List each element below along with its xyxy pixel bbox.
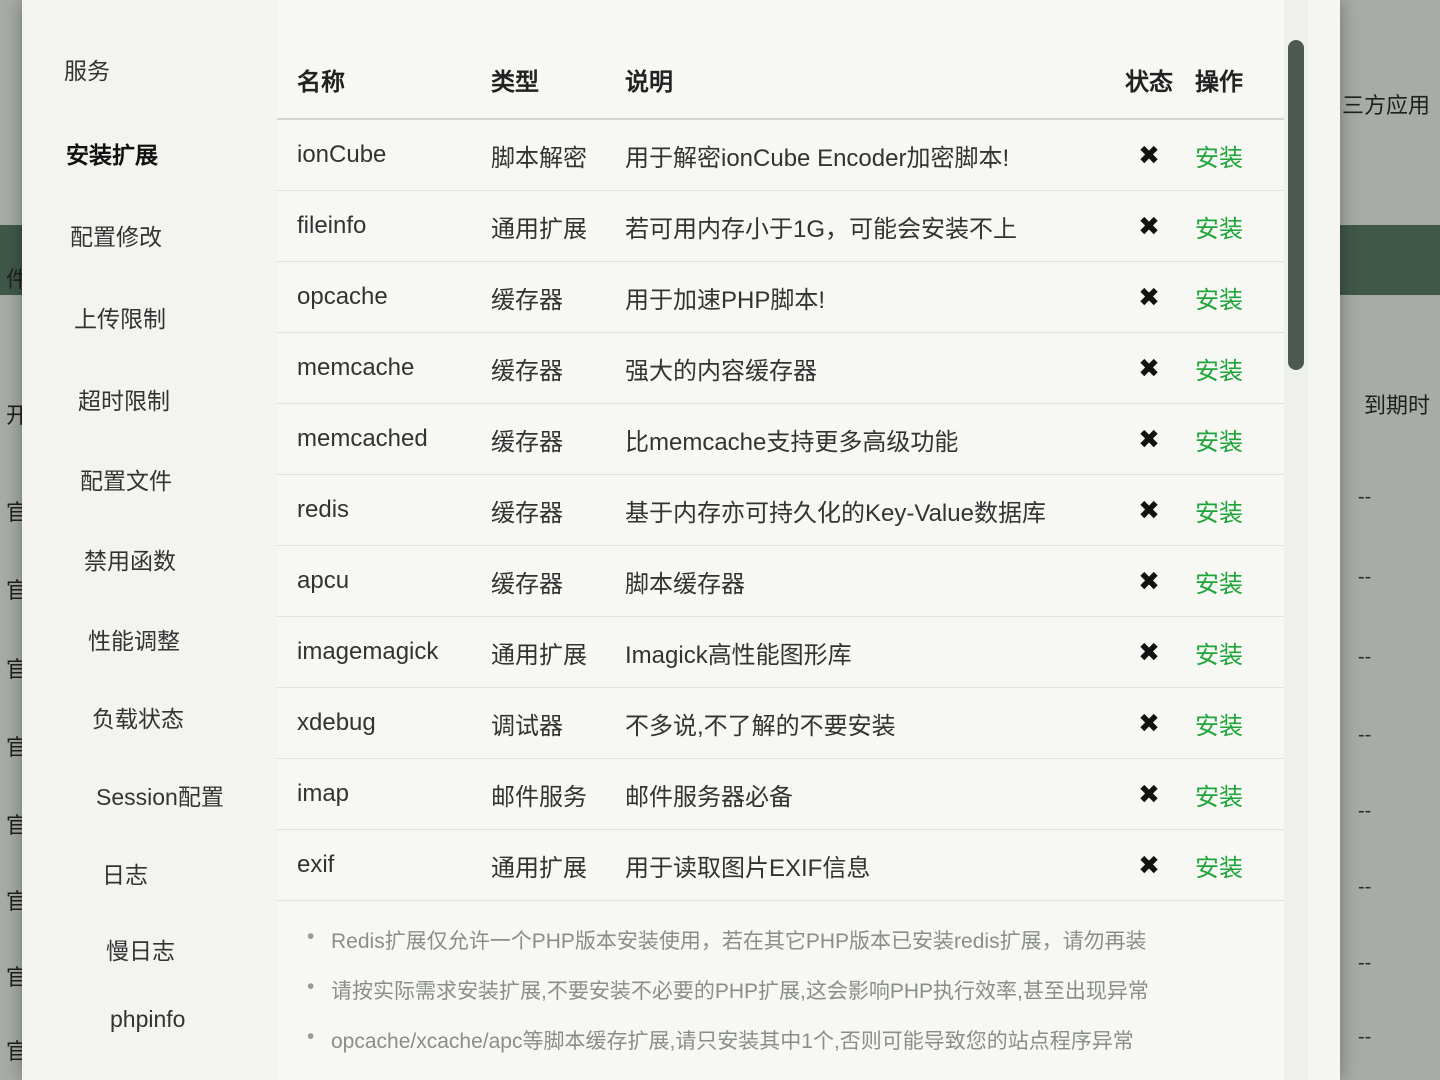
table-row: memcached 缓存器 比memcache支持更多高级功能 ✖ 安装 xyxy=(277,404,1287,475)
sidebar-item-performance-tuning[interactable]: 性能调整 xyxy=(88,622,180,656)
table-header: 名称 类型 说明 状态 操作 xyxy=(277,40,1287,120)
sidebar-item-load-status[interactable]: 负载状态 xyxy=(92,700,184,734)
extension-name: xdebug xyxy=(297,709,376,736)
not-installed-icon: ✖ xyxy=(1138,281,1160,312)
header-status: 状态 xyxy=(1125,68,1173,96)
install-button[interactable]: 安装 xyxy=(1195,209,1243,244)
table-row: imagemagick 通用扩展 Imagick高性能图形库 ✖ 安装 xyxy=(277,617,1287,688)
header-name: 名称 xyxy=(297,68,345,96)
header-type: 类型 xyxy=(491,68,539,96)
extension-description: 比memcache支持更多高级功能 xyxy=(625,428,959,456)
not-installed-icon: ✖ xyxy=(1138,494,1160,525)
extension-name: apcu xyxy=(297,567,350,594)
extension-description: 邮件服务器必备 xyxy=(625,783,793,811)
extension-type: 缓存器 xyxy=(491,499,563,527)
extension-name: fileinfo xyxy=(297,212,367,239)
install-button[interactable]: 安装 xyxy=(1195,351,1243,386)
table-row: exif 通用扩展 用于读取图片EXIF信息 ✖ 安装 xyxy=(277,830,1287,901)
sidebar-item-timeout-limit[interactable]: 超时限制 xyxy=(78,382,170,416)
not-installed-icon: ✖ xyxy=(1138,139,1160,170)
install-button[interactable]: 安装 xyxy=(1195,635,1243,670)
extension-type: 通用扩展 xyxy=(491,215,587,243)
extension-description: 强大的内容缓存器 xyxy=(625,357,817,385)
extensions-table: 名称 类型 说明 状态 操作 ionCube 脚本解密 用于解密ionCube … xyxy=(277,40,1287,901)
extension-name: imagemagick xyxy=(297,638,439,665)
install-button[interactable]: 安装 xyxy=(1195,777,1243,812)
sidebar-item-service[interactable]: 服务 xyxy=(64,52,110,86)
extension-description: 用于解密ionCube Encoder加密脚本! xyxy=(625,144,1010,172)
note-item: Redis扩展仅允许一个PHP版本安装使用，若在其它PHP版本已安装redis扩… xyxy=(307,925,1277,955)
sidebar-item-log[interactable]: 日志 xyxy=(102,856,148,890)
table-row: opcache 缓存器 用于加速PHP脚本! ✖ 安装 xyxy=(277,262,1287,333)
extension-description: 脚本缓存器 xyxy=(625,570,745,598)
scrollbar-thumb[interactable] xyxy=(1288,40,1304,370)
extension-description: 基于内存亦可持久化的Key-Value数据库 xyxy=(625,499,1046,527)
sidebar-item-disabled-functions[interactable]: 禁用函数 xyxy=(84,542,176,576)
extension-name: redis xyxy=(297,496,350,523)
extension-name: ionCube xyxy=(297,141,387,168)
extension-description: 不多说,不了解的不要安装 xyxy=(625,712,896,740)
header-description: 说明 xyxy=(625,68,673,96)
settings-sidebar: 服务 安装扩展 配置修改 上传限制 超时限制 配置文件 禁用函数 性能调整 负载… xyxy=(22,0,277,1080)
extension-description: Imagick高性能图形库 xyxy=(625,641,852,669)
note-item: 请按实际需求安装扩展,不要安装不必要的PHP扩展,这会影响PHP执行效率,甚至出… xyxy=(307,975,1277,1005)
extension-type: 邮件服务 xyxy=(491,783,587,811)
sidebar-item-slow-log[interactable]: 慢日志 xyxy=(106,932,175,966)
not-installed-icon: ✖ xyxy=(1138,423,1160,454)
install-button[interactable]: 安装 xyxy=(1195,564,1243,599)
extension-type: 缓存器 xyxy=(491,428,563,456)
extension-name: opcache xyxy=(297,283,388,310)
extension-name: imap xyxy=(297,780,350,807)
extension-type: 脚本解密 xyxy=(491,144,587,172)
sidebar-item-config-modify[interactable]: 配置修改 xyxy=(70,218,162,252)
extension-type: 缓存器 xyxy=(491,286,563,314)
extension-type: 调试器 xyxy=(491,712,563,740)
install-button[interactable]: 安装 xyxy=(1195,848,1243,883)
table-row: apcu 缓存器 脚本缓存器 ✖ 安装 xyxy=(277,546,1287,617)
table-row: memcache 缓存器 强大的内容缓存器 ✖ 安装 xyxy=(277,333,1287,404)
install-button[interactable]: 安装 xyxy=(1195,280,1243,315)
extension-type: 缓存器 xyxy=(491,357,563,385)
table-row: fileinfo 通用扩展 若可用内存小于1G，可能会安装不上 ✖ 安装 xyxy=(277,191,1287,262)
sidebar-item-config-file[interactable]: 配置文件 xyxy=(80,462,172,496)
php-settings-modal: 服务 安装扩展 配置修改 上传限制 超时限制 配置文件 禁用函数 性能调整 负载… xyxy=(22,0,1340,1080)
install-button[interactable]: 安装 xyxy=(1195,422,1243,457)
extension-name: exif xyxy=(297,851,335,878)
extensions-panel: 名称 类型 说明 状态 操作 ionCube 脚本解密 用于解密ionCube … xyxy=(277,0,1287,1080)
install-button[interactable]: 安装 xyxy=(1195,493,1243,528)
sidebar-item-session-config[interactable]: Session配置 xyxy=(96,778,224,812)
not-installed-icon: ✖ xyxy=(1138,636,1160,667)
not-installed-icon: ✖ xyxy=(1138,778,1160,809)
not-installed-icon: ✖ xyxy=(1138,849,1160,880)
table-row: ionCube 脚本解密 用于解密ionCube Encoder加密脚本! ✖ … xyxy=(277,120,1287,191)
table-row: imap 邮件服务 邮件服务器必备 ✖ 安装 xyxy=(277,759,1287,830)
sidebar-item-install-extensions[interactable]: 安装扩展 xyxy=(66,136,158,170)
extension-name: memcached xyxy=(297,425,428,452)
sidebar-item-phpinfo[interactable]: phpinfo xyxy=(110,1006,185,1033)
extension-description: 若可用内存小于1G，可能会安装不上 xyxy=(625,215,1018,243)
table-row: redis 缓存器 基于内存亦可持久化的Key-Value数据库 ✖ 安装 xyxy=(277,475,1287,546)
not-installed-icon: ✖ xyxy=(1138,352,1160,383)
extension-name: memcache xyxy=(297,354,415,381)
table-row: xdebug 调试器 不多说,不了解的不要安装 ✖ 安装 xyxy=(277,688,1287,759)
extension-description: 用于加速PHP脚本! xyxy=(625,286,826,314)
header-action: 操作 xyxy=(1195,68,1243,96)
not-installed-icon: ✖ xyxy=(1138,707,1160,738)
note-item: opcache/xcache/apc等脚本缓存扩展,请只安装其中1个,否则可能导… xyxy=(307,1025,1277,1055)
not-installed-icon: ✖ xyxy=(1138,565,1160,596)
install-button[interactable]: 安装 xyxy=(1195,706,1243,741)
extension-notes: Redis扩展仅允许一个PHP版本安装使用，若在其它PHP版本已安装redis扩… xyxy=(307,925,1277,1075)
extension-type: 通用扩展 xyxy=(491,854,587,882)
install-button[interactable]: 安装 xyxy=(1195,138,1243,173)
sidebar-item-upload-limit[interactable]: 上传限制 xyxy=(74,300,166,334)
extension-type: 缓存器 xyxy=(491,570,563,598)
extension-description: 用于读取图片EXIF信息 xyxy=(625,854,871,882)
not-installed-icon: ✖ xyxy=(1138,210,1160,241)
extension-type: 通用扩展 xyxy=(491,641,587,669)
